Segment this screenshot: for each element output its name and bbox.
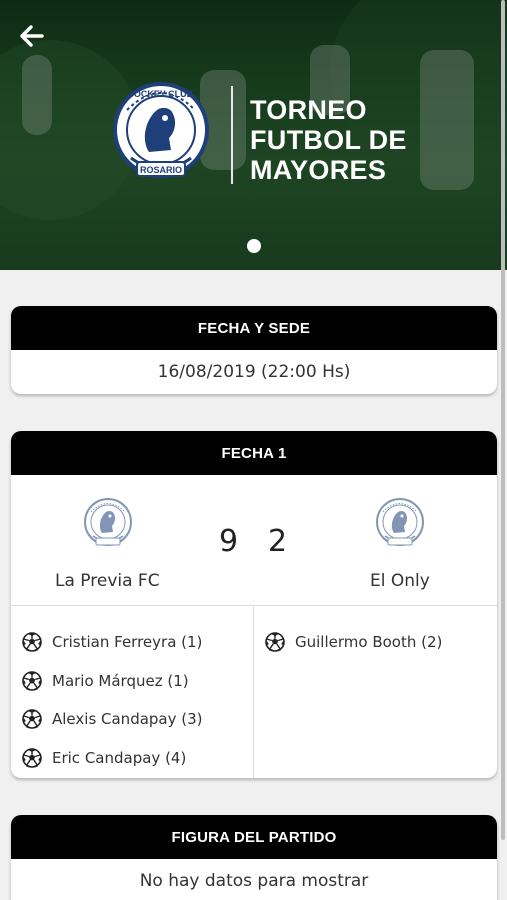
back-arrow-icon[interactable] — [18, 22, 46, 50]
home-team-logo — [83, 497, 133, 551]
logo-text-top: JOCKEY CLUB — [129, 89, 194, 99]
scorer-name: Alexis Candapay (3) — [52, 710, 203, 729]
soccer-ball-icon — [265, 632, 285, 652]
away-team-name: El Only — [370, 571, 430, 591]
scorer-name: Eric Candapay (4) — [52, 748, 187, 767]
scorer-item: Guillermo Booth (2) — [265, 623, 497, 662]
scorer-name: Cristian Ferreyra (1) — [52, 633, 203, 652]
title-line-1: TORNEO — [250, 95, 367, 125]
scorer-name: Guillermo Booth (2) — [295, 633, 443, 652]
man-of-the-match-heading: FIGURA DEL PARTIDO — [11, 815, 497, 859]
title-line-2: FUTBOL DE — [250, 125, 407, 155]
date-venue-heading: FECHA Y SEDE — [11, 306, 497, 350]
soccer-ball-icon — [22, 709, 42, 729]
tournament-title: TORNEO FUTBOL DE MAYORES — [250, 95, 407, 185]
round-heading: FECHA 1 — [11, 431, 497, 475]
away-team-logo — [375, 497, 425, 551]
logo-text-bottom: ROSARIO — [140, 165, 182, 175]
home-scorers-list: Cristian Ferreyra (1) Mario Márquez (1) … — [11, 606, 254, 778]
title-divider — [231, 86, 233, 184]
away-scorers-list: Guillermo Booth (2) — [254, 606, 497, 778]
scorer-item: Alexis Candapay (3) — [22, 700, 253, 739]
title-line-3: MAYORES — [250, 155, 387, 185]
scorer-item: Eric Candapay (4) — [22, 739, 253, 778]
man-of-the-match-card: FIGURA DEL PARTIDO No hay datos para mos… — [11, 815, 497, 900]
scrollbar[interactable] — [501, 0, 505, 840]
home-score: 9 — [219, 524, 239, 559]
soccer-ball-icon — [22, 671, 42, 691]
scorer-item: Mario Márquez (1) — [22, 662, 253, 701]
carousel-dot[interactable] — [247, 239, 261, 253]
scorers-section: Cristian Ferreyra (1) Mario Márquez (1) … — [11, 606, 497, 778]
soccer-ball-icon — [22, 748, 42, 768]
home-team-name: La Previa FC — [55, 571, 160, 591]
scoreboard: La Previa FC 9 2 El Only — [11, 475, 497, 606]
empty-state-text: No hay datos para mostrar — [139, 871, 369, 891]
match-card: FECHA 1 La Previa FC 9 2 El Only Cristia… — [11, 431, 497, 778]
scorer-name: Mario Márquez (1) — [52, 671, 189, 690]
hero-banner: JOCKEY CLUB ROSARIO TORNEO FUTBOL DE MAY… — [0, 0, 507, 270]
match-datetime: 16/08/2019 (22:00 Hs) — [157, 362, 351, 382]
soccer-ball-icon — [22, 632, 42, 652]
date-venue-card: FECHA Y SEDE 16/08/2019 (22:00 Hs) — [11, 306, 497, 394]
away-score: 2 — [268, 524, 288, 559]
scorer-item: Cristian Ferreyra (1) — [22, 623, 253, 662]
jockey-club-logo: JOCKEY CLUB ROSARIO — [110, 80, 212, 188]
